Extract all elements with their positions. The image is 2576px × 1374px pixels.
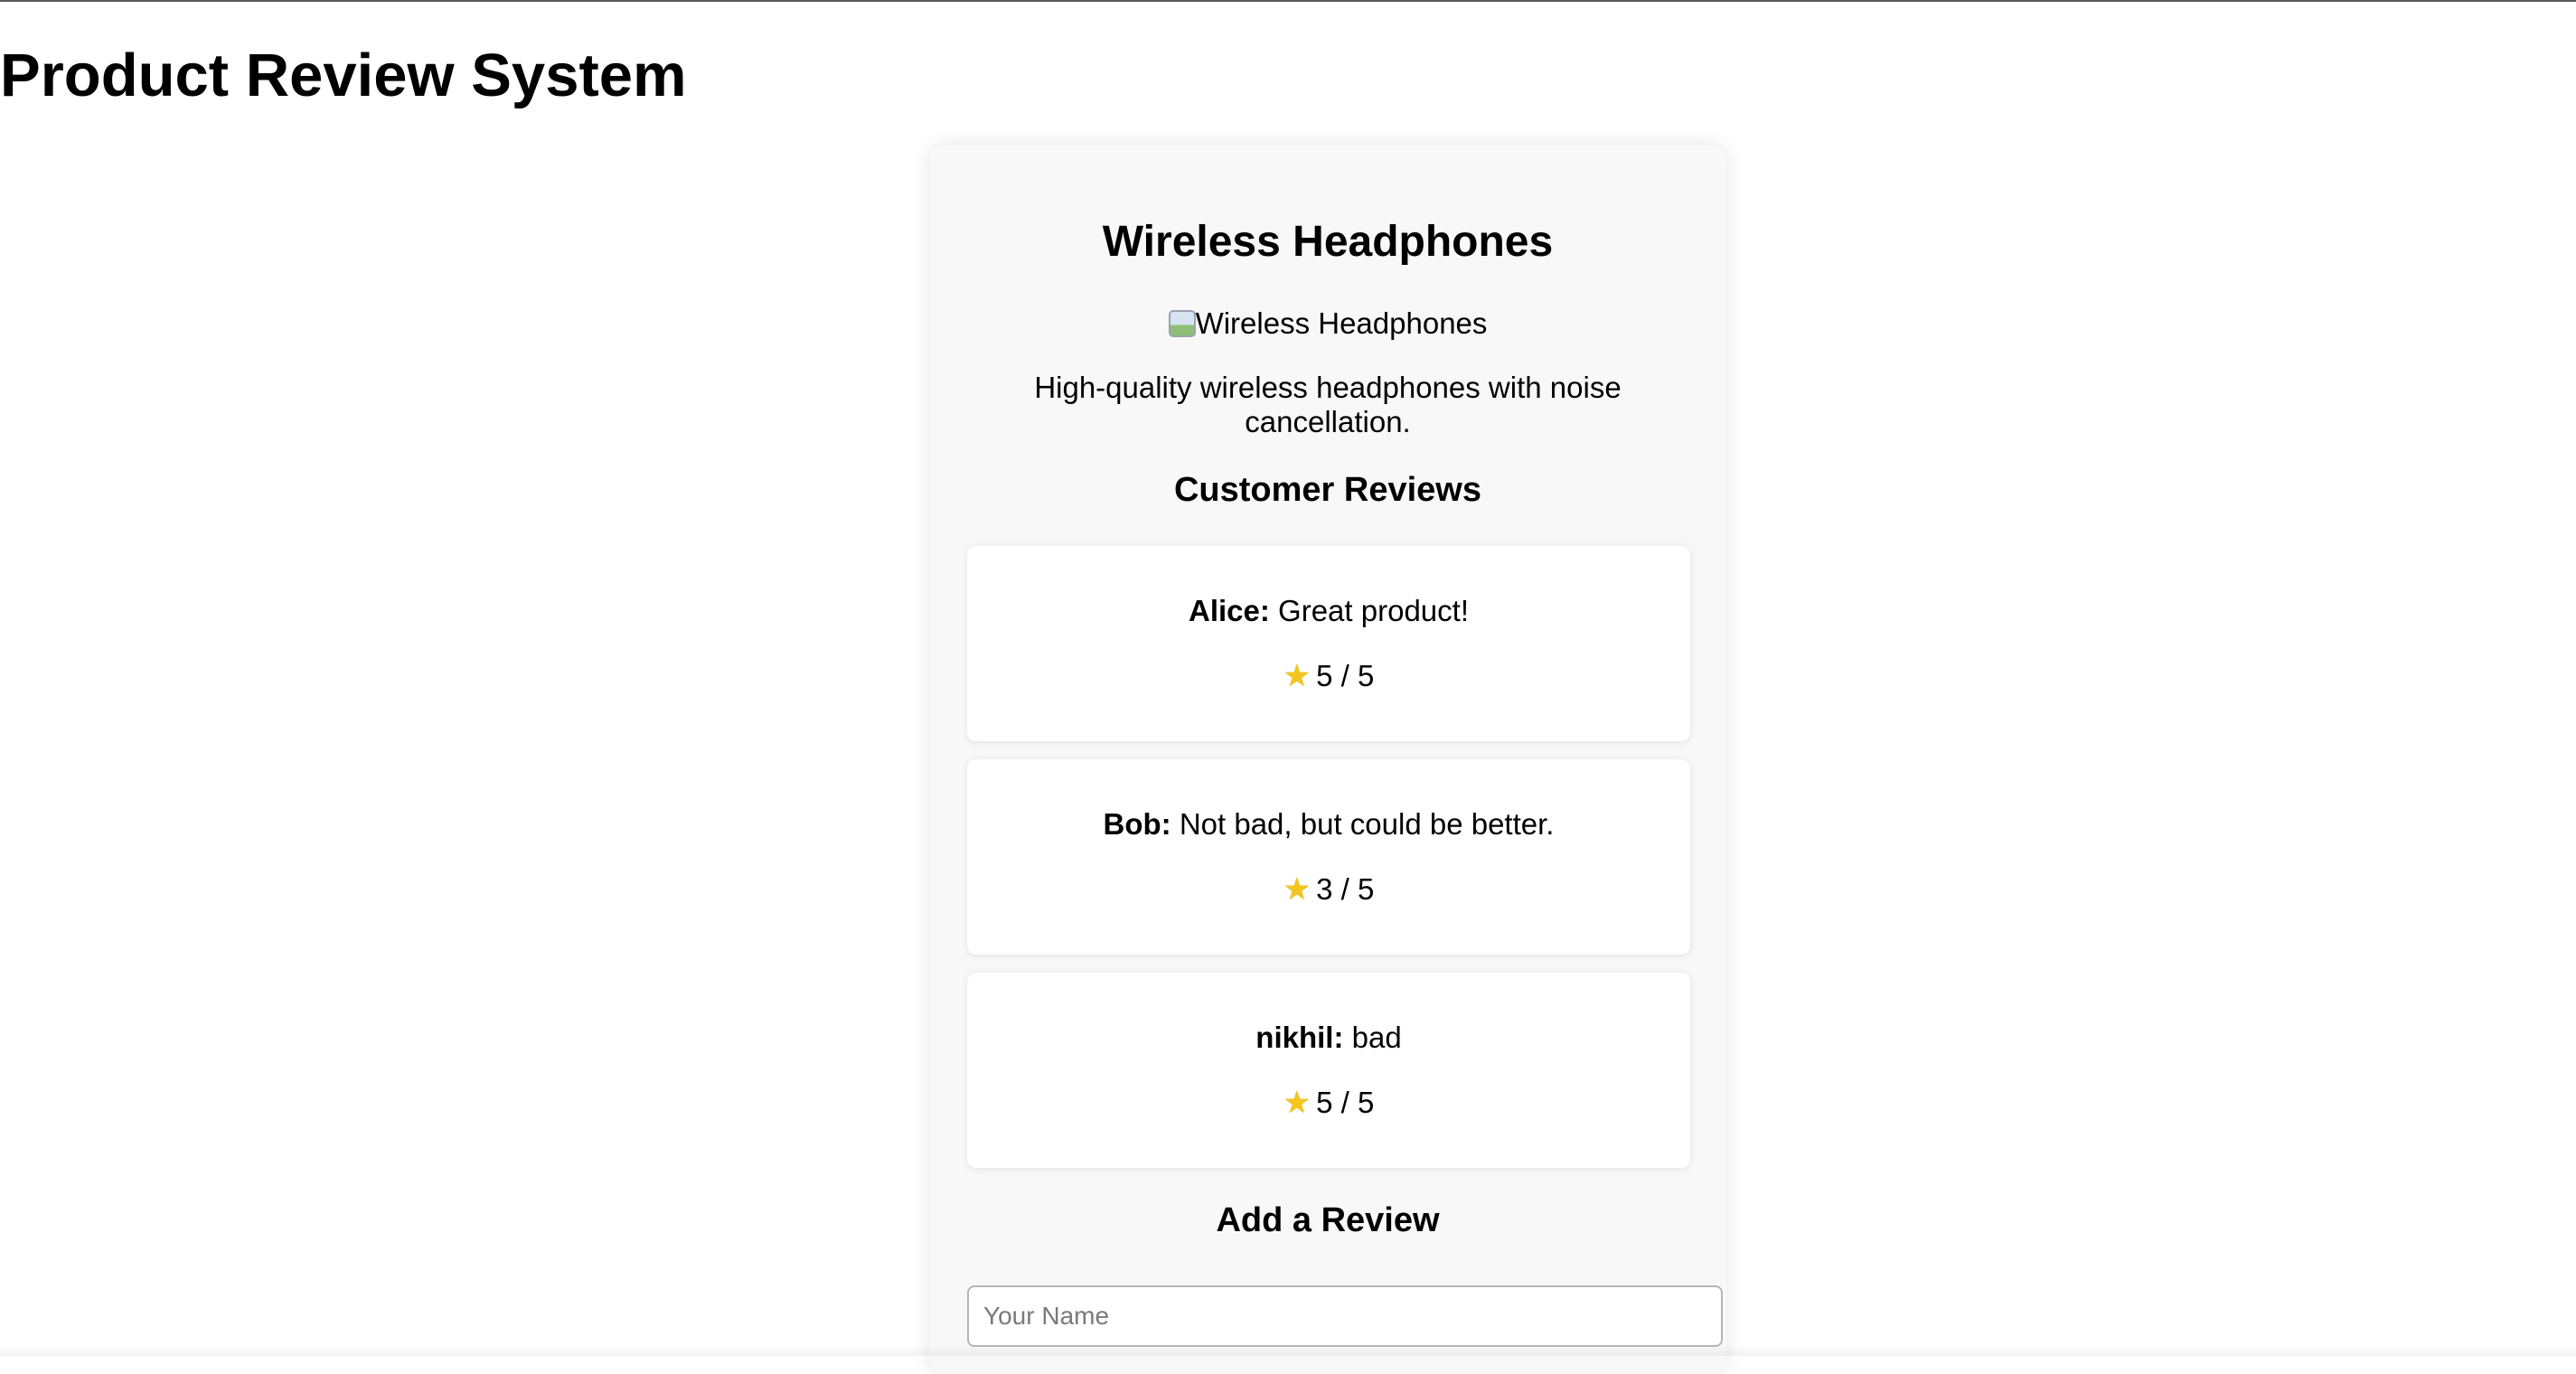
star-icon: ★ [1283,872,1312,907]
broken-image-icon [1168,310,1196,337]
review-rating-value: 5 / 5 [1316,1086,1375,1119]
review-rating-value: 3 / 5 [1316,872,1375,906]
top-divider [0,0,2576,2]
review-card: nikhil: bad ★ 5 / 5 [967,973,1690,1168]
review-author: Alice: [1189,594,1270,627]
product-image-alt-text: Wireless Headphones [1195,306,1488,340]
page-title: Product Review System [0,42,687,109]
review-card: Bob: Not bad, but could be better. ★ 3 / … [967,759,1690,955]
name-input[interactable] [967,1285,1723,1347]
product-image: Wireless Headphones [929,304,1726,344]
review-rating: ★ 5 / 5 [967,1083,1690,1123]
product-name: Wireless Headphones [1102,218,1554,266]
review-text: nikhil: bad [967,1018,1690,1058]
review-comment: Not bad, but could be better. [1179,807,1555,841]
review-comment: Great product! [1278,594,1469,627]
review-author: Bob: [1103,807,1171,841]
reviews-heading: Customer Reviews [1173,471,1481,509]
review-comment: bad [1351,1021,1402,1054]
review-rating-value: 5 / 5 [1316,659,1375,692]
review-rating: ★ 5 / 5 [967,656,1690,696]
star-icon: ★ [1283,659,1312,693]
star-icon: ★ [1283,1086,1312,1120]
review-text: Bob: Not bad, but could be better. [967,805,1690,844]
review-card: Alice: Great product! ★ 5 / 5 [967,546,1690,741]
add-review-heading: Add a Review [1216,1201,1440,1239]
product-description: High-quality wireless headphones with no… [1034,371,1622,438]
bottom-fade [0,1345,2576,1356]
review-author: nikhil: [1255,1021,1344,1054]
review-rating: ★ 3 / 5 [967,870,1690,909]
product-card: Wireless Headphones Wireless Headphones … [929,145,1726,1374]
review-text: Alice: Great product! [967,591,1690,631]
